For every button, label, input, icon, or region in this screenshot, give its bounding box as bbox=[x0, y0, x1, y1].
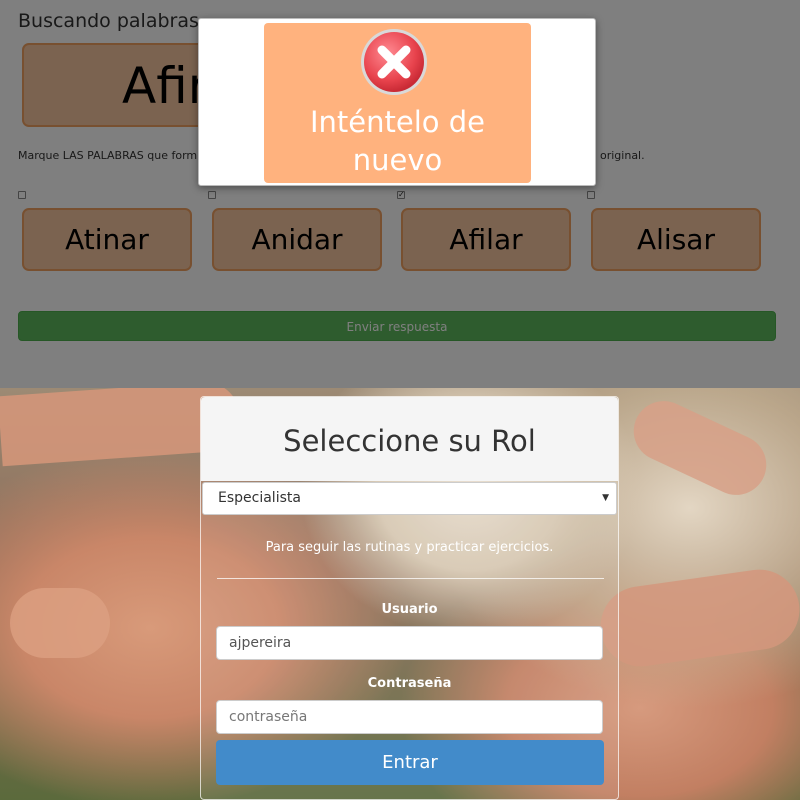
feedback-panel: Inténtelo de nuevo bbox=[264, 23, 531, 183]
username-field[interactable]: ajpereira bbox=[216, 626, 603, 660]
role-description: Para seguir las rutinas y practicar ejer… bbox=[265, 540, 554, 555]
divider bbox=[217, 578, 604, 579]
error-x-icon bbox=[361, 29, 427, 95]
background-photo-hand bbox=[10, 588, 110, 658]
background-photo-hand bbox=[623, 391, 777, 505]
login-header: Seleccione su Rol bbox=[201, 397, 618, 481]
password-field[interactable]: contraseña bbox=[216, 700, 603, 734]
role-select-value: Especialista bbox=[218, 490, 301, 506]
feedback-message: Inténtelo de nuevo bbox=[309, 105, 485, 177]
role-select[interactable]: Especialista ▼ bbox=[202, 482, 617, 515]
enter-button[interactable]: Entrar bbox=[216, 740, 604, 785]
background-photo-hand bbox=[595, 564, 800, 672]
login-panel: Seleccione su Rol Especialista ▼ Para se… bbox=[200, 396, 619, 800]
exercise-screen: Buscando palabras Afir Marque LAS PALABR… bbox=[0, 0, 800, 388]
chevron-down-icon: ▼ bbox=[602, 493, 609, 503]
feedback-modal: Inténtelo de nuevo bbox=[198, 18, 596, 186]
password-label: Contraseña bbox=[367, 676, 452, 691]
username-label: Usuario bbox=[381, 602, 438, 617]
login-title: Seleccione su Rol bbox=[283, 424, 536, 458]
login-screen: Seleccione su Rol Especialista ▼ Para se… bbox=[0, 388, 800, 800]
